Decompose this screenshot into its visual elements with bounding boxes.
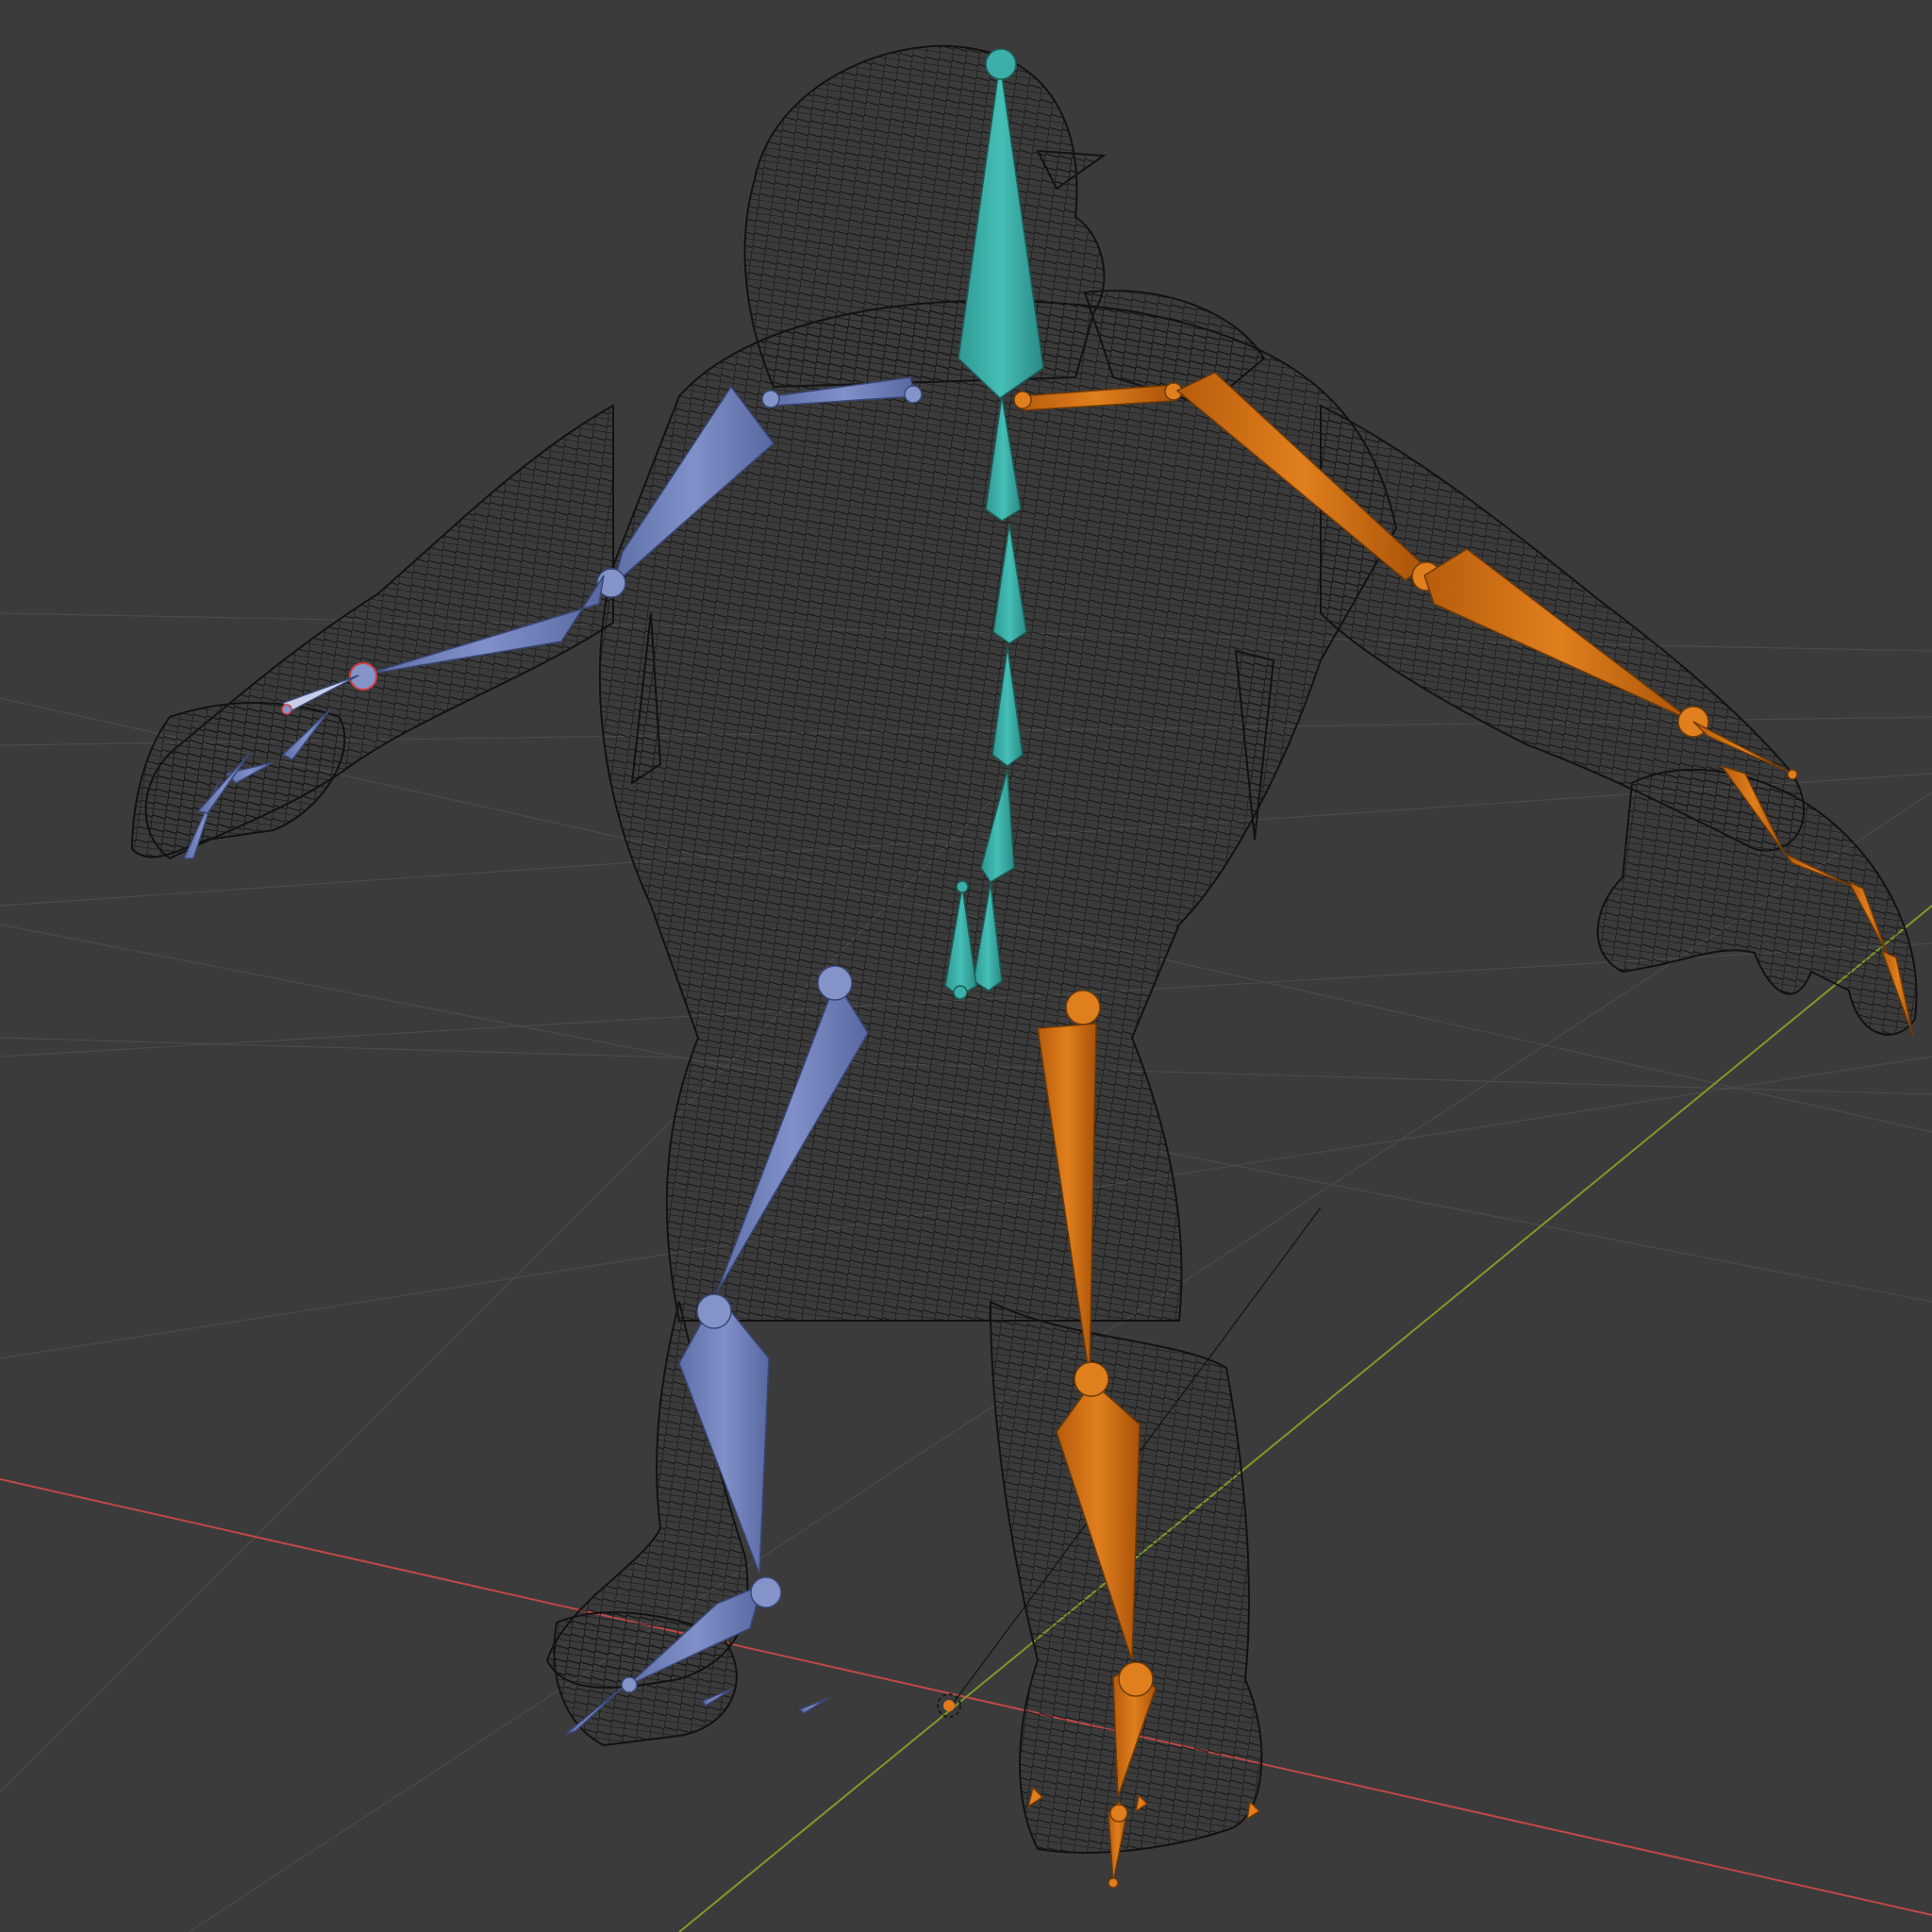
3d-viewport[interactable] (0, 0, 1932, 1932)
scene-canvas[interactable] (0, 0, 1932, 1932)
joint-head-tip (985, 48, 1017, 80)
